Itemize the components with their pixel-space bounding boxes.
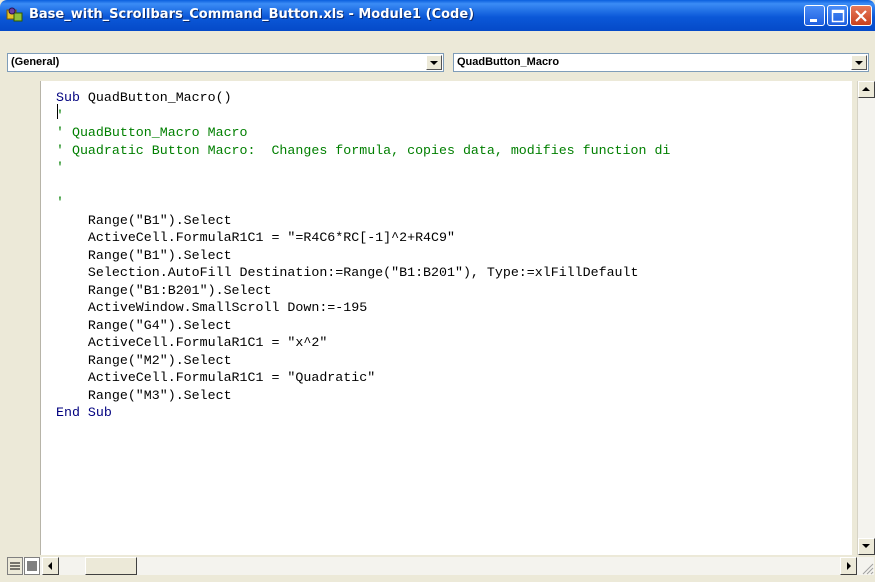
full-module-view-icon bbox=[27, 561, 37, 571]
scroll-right-icon bbox=[847, 562, 851, 570]
code-comment: ' bbox=[56, 195, 64, 210]
resize-grip[interactable] bbox=[857, 558, 874, 575]
chevron-down-icon bbox=[855, 61, 863, 65]
code-line[interactable]: Range("M2").Select bbox=[56, 352, 670, 370]
full-module-view-button[interactable] bbox=[24, 557, 40, 575]
procedure-combo-value: QuadButton_Macro bbox=[457, 56, 560, 68]
minimize-button[interactable] bbox=[804, 5, 825, 26]
close-icon bbox=[855, 10, 867, 22]
code-line[interactable]: Range("G4").Select bbox=[56, 317, 670, 335]
code-statement: Range("M3").Select bbox=[56, 387, 232, 403]
code-line[interactable]: Range("B1:B201").Select bbox=[56, 282, 670, 300]
code-statement: ActiveWindow.SmallScroll Down:=-195 bbox=[56, 300, 368, 315]
text-cursor bbox=[57, 104, 58, 119]
code-line[interactable]: ' QuadButton_Macro Macro bbox=[56, 124, 670, 142]
scroll-left-button[interactable] bbox=[42, 557, 59, 575]
procedure-combo[interactable]: QuadButton_Macro bbox=[453, 53, 869, 72]
code-statement: ActiveCell.FormulaR1C1 = "Quadratic" bbox=[56, 370, 376, 385]
code-line[interactable]: Range("M3").Select bbox=[56, 387, 670, 405]
procedure-view-button[interactable] bbox=[7, 557, 23, 575]
code-line[interactable]: ' bbox=[56, 194, 670, 212]
code-statement: Range("M2").Select bbox=[56, 352, 232, 368]
vba-module-icon bbox=[6, 7, 24, 24]
scroll-up-icon bbox=[862, 87, 870, 91]
scroll-left-icon bbox=[48, 562, 52, 570]
close-button[interactable] bbox=[850, 5, 872, 26]
horizontal-scrollbar[interactable] bbox=[7, 557, 874, 575]
horizontal-scroll-thumb[interactable] bbox=[85, 557, 137, 575]
object-combo-value: (General) bbox=[11, 56, 60, 68]
vertical-scrollbar[interactable] bbox=[857, 81, 875, 555]
code-line[interactable]: Selection.AutoFill Destination:=Range("B… bbox=[56, 264, 670, 282]
minimize-icon bbox=[810, 19, 817, 22]
code-line[interactable]: ' bbox=[56, 107, 670, 125]
maximize-button[interactable] bbox=[827, 5, 848, 26]
code-line[interactable]: Range("B1").Select bbox=[56, 247, 670, 265]
scroll-up-button[interactable] bbox=[858, 81, 875, 98]
code-statement: Range("B1").Select bbox=[56, 212, 232, 228]
code-line[interactable]: ' Quadratic Button Macro: Changes formul… bbox=[56, 142, 670, 160]
margin-indicator-bar[interactable] bbox=[7, 81, 41, 555]
code-line[interactable]: ActiveCell.FormulaR1C1 = "=R4C6*RC[-1]^2… bbox=[56, 229, 670, 247]
code-statement: Selection.AutoFill Destination:=Range("B… bbox=[56, 265, 639, 280]
chevron-down-icon bbox=[430, 61, 438, 65]
code-comment: ' Quadratic Button Macro: Changes formul… bbox=[56, 142, 671, 158]
scroll-down-icon bbox=[862, 544, 870, 548]
code-line[interactable]: ' bbox=[56, 159, 670, 177]
code-statement: Range("B1").Select bbox=[56, 247, 232, 263]
maximize-icon bbox=[831, 9, 845, 23]
code-comment: ' bbox=[56, 160, 64, 175]
scroll-down-button[interactable] bbox=[858, 538, 875, 555]
scroll-right-button[interactable] bbox=[840, 557, 857, 575]
code-line[interactable]: ActiveCell.FormulaR1C1 = "Quadratic" bbox=[56, 369, 670, 387]
code-line[interactable]: ActiveWindow.SmallScroll Down:=-195 bbox=[56, 299, 670, 317]
code-line[interactable]: ​ bbox=[56, 177, 670, 195]
object-combo[interactable]: (General) bbox=[7, 53, 444, 72]
resize-grip-icon bbox=[862, 563, 874, 575]
window-titlebar[interactable]: Base_with_Scrollbars_Command_Button.xls … bbox=[0, 0, 875, 31]
code-statement: ActiveCell.FormulaR1C1 = "x^2" bbox=[56, 335, 328, 350]
code-text[interactable]: Sub QuadButton_Macro() ' ' QuadButton_Macr… bbox=[56, 89, 670, 422]
code-statement: ActiveCell.FormulaR1C1 = "=R4C6*RC[-1]^2… bbox=[56, 230, 455, 245]
code-line[interactable]: End Sub bbox=[56, 404, 670, 422]
code-keyword: End Sub bbox=[56, 405, 112, 420]
code-line[interactable]: ActiveCell.FormulaR1C1 = "x^2" bbox=[56, 334, 670, 352]
procedure-view-icon bbox=[10, 562, 20, 570]
code-statement: QuadButton_Macro() bbox=[79, 90, 232, 105]
code-line[interactable]: Sub QuadButton_Macro() bbox=[56, 89, 670, 107]
procedure-combo-dropdown-button[interactable] bbox=[851, 55, 867, 70]
window-title: Base_with_Scrollbars_Command_Button.xls … bbox=[29, 7, 475, 22]
code-comment: ' QuadButton_Macro Macro bbox=[56, 125, 248, 140]
code-keyword: Sub bbox=[56, 90, 80, 105]
code-statement: Range("B1:B201").Select bbox=[56, 282, 272, 298]
object-combo-dropdown-button[interactable] bbox=[426, 55, 442, 70]
code-statement: Range("G4").Select bbox=[56, 317, 232, 333]
code-line[interactable]: Range("B1").Select bbox=[56, 212, 670, 230]
